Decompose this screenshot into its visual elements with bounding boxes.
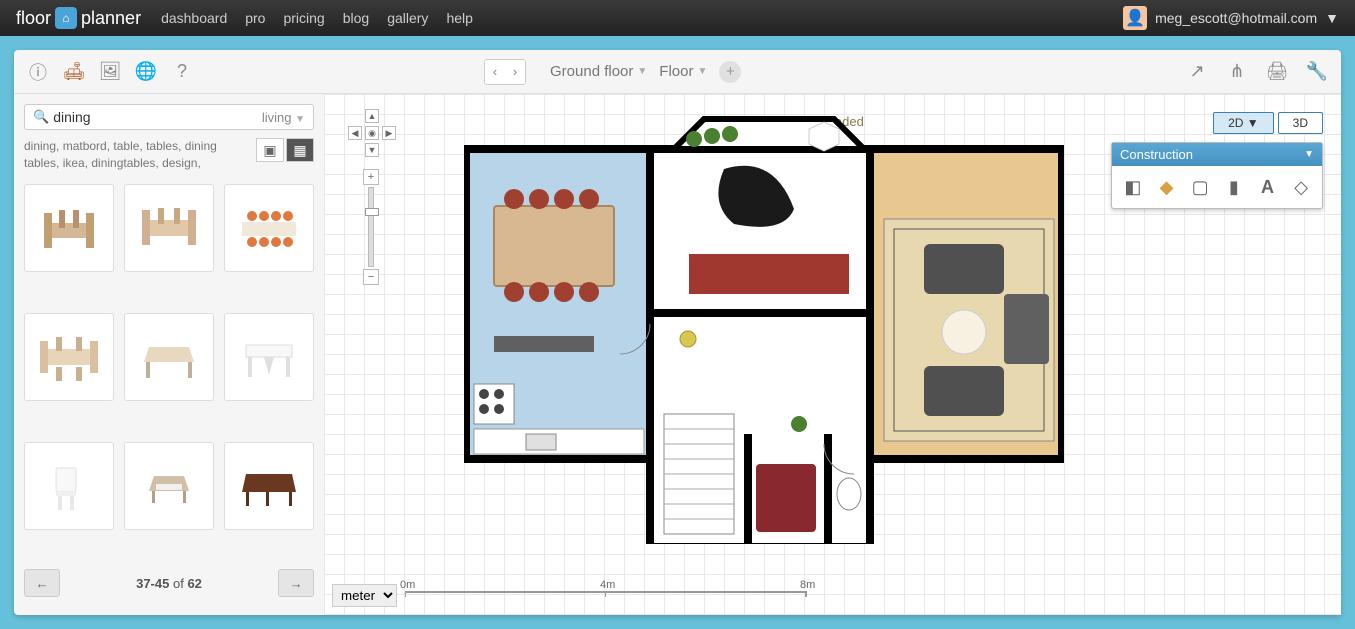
nav-blog[interactable]: blog [343,10,369,26]
user-menu[interactable]: 👤 meg_escott@hotmail.com ▼ [1123,6,1339,30]
view-2d-button[interactable]: 2D ▼ [1213,112,1274,134]
view-3d-button[interactable]: ▣ [256,138,284,162]
help-icon[interactable]: ? [168,58,196,86]
chevron-down-icon: ▼ [637,66,647,77]
furniture-item[interactable] [224,313,314,401]
pan-left-button[interactable]: ◀ [348,126,362,140]
nav-help[interactable]: help [446,10,472,26]
furniture-sidebar: 🔍 living ▼ dining, matbord, table, table… [14,94,324,615]
furniture-item[interactable] [24,184,114,272]
user-email: meg_escott@hotmail.com [1155,10,1317,26]
search-input[interactable] [53,109,258,125]
nav-dashboard[interactable]: dashboard [161,10,227,26]
view-2d-button[interactable]: ▦ [286,138,314,162]
unit-select[interactable]: meter [332,584,397,607]
chevron-down-icon: ▼ [1325,10,1339,26]
floor-level-dropdown[interactable]: Ground floor ▼ [550,61,647,83]
breadcrumb: Ground floor ▼ Floor ▼ + [550,61,741,83]
scale-bar: meter 0m 4m 8m [332,584,807,607]
pager-text: 37-45 of 62 [136,576,202,591]
zoom-controls: + − [362,169,380,285]
avatar: 👤 [1123,6,1147,30]
furniture-item[interactable] [124,184,214,272]
zoom-out-button[interactable]: − [363,269,379,285]
surface-tool[interactable]: ▢ [1185,172,1215,202]
top-navigation: floor ⌂ planner dashboard pro pricing bl… [0,0,1355,36]
furniture-item[interactable] [24,442,114,530]
logo-right: planner [81,8,141,29]
chevron-down-icon: ▼ [1304,149,1314,160]
add-floor-button[interactable]: + [719,61,741,83]
filter-dropdown[interactable]: living ▼ [262,110,305,125]
room-tool[interactable]: ◧ [1118,172,1148,202]
furniture-icon[interactable]: 🛋 [60,58,88,86]
furniture-item[interactable] [124,313,214,401]
nav-gallery[interactable]: gallery [387,10,428,26]
search-icon: 🔍 [33,109,49,125]
pan-controls: ▲ ◀ ◉ ▶ ▼ [348,109,396,157]
furniture-item[interactable] [224,184,314,272]
furniture-item[interactable] [224,442,314,530]
zoom-slider[interactable] [368,187,374,267]
pan-down-button[interactable]: ▼ [365,143,379,157]
search-box: 🔍 living ▼ [24,104,314,130]
nav-pro[interactable]: pro [245,10,265,26]
pager-next-button[interactable]: → [278,569,314,597]
share-icon[interactable]: ⋔ [1223,58,1251,86]
logo-icon: ⌂ [55,7,77,29]
view-mode-toggle: 2D ▼ 3D [1213,112,1323,134]
pan-up-button[interactable]: ▲ [365,109,379,123]
floor-dropdown[interactable]: Floor ▼ [659,61,707,83]
redo-button[interactable]: › [505,60,525,84]
print-icon[interactable]: 🖨 [1263,58,1291,86]
furniture-item[interactable] [24,313,114,401]
furniture-item[interactable] [124,442,214,530]
topbar-nav: dashboard pro pricing blog gallery help [161,10,473,26]
pan-center-button[interactable]: ◉ [365,126,379,140]
undo-button[interactable]: ‹ [485,60,505,84]
settings-icon[interactable]: 🔧 [1303,58,1331,86]
view-3d-button[interactable]: 3D [1278,112,1323,134]
construction-header[interactable]: Construction ▼ [1112,143,1322,166]
history-nav: ‹ › [484,59,526,85]
nav-pricing[interactable]: pricing [283,10,324,26]
zoom-in-button[interactable]: + [363,169,379,185]
furniture-grid [24,184,314,561]
main-toolbar: ⓘ 🛋 🖼 🌐 ? ‹ › Ground floor ▼ Floor ▼ + ↗… [14,50,1341,94]
wall-tool[interactable]: ◆ [1152,172,1182,202]
globe-icon[interactable]: 🌐 [132,58,160,86]
floor-plan[interactable] [464,114,1064,544]
text-tool[interactable]: A [1253,172,1283,202]
info-icon[interactable]: ⓘ [24,58,52,86]
image-icon[interactable]: 🖼 [96,58,124,86]
dimension-tool[interactable]: ◇ [1286,172,1316,202]
zoom-handle[interactable] [365,208,379,216]
search-tags: dining, matbord, table, tables, dining t… [24,138,248,172]
pager-prev-button[interactable]: ← [24,569,60,597]
pan-right-button[interactable]: ▶ [382,126,396,140]
canvas[interactable]: ▲ ◀ ◉ ▶ ▼ + − First design loaded [324,94,1341,615]
construction-panel: Construction ▼ ◧ ◆ ▢ ▮ A ◇ [1111,142,1323,209]
pager: ← 37-45 of 62 → [24,561,314,605]
logo[interactable]: floor ⌂ planner [16,7,141,29]
logo-left: floor [16,8,51,29]
export-icon[interactable]: ↗ [1183,58,1211,86]
door-tool[interactable]: ▮ [1219,172,1249,202]
chevron-down-icon: ▼ [697,66,707,77]
